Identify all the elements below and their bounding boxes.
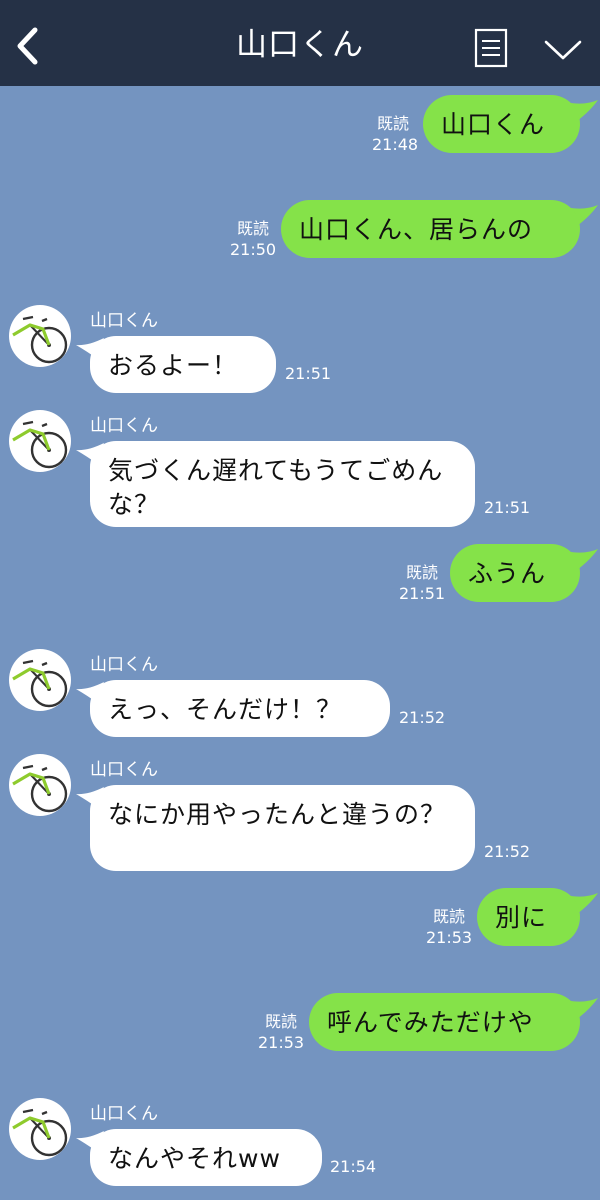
- message-time: 21:54: [330, 1157, 377, 1176]
- message-bubble[interactable]: ふうん: [450, 544, 580, 602]
- message-time: 21:51: [285, 364, 332, 383]
- read-receipt: 既読 21:53: [258, 1011, 304, 1053]
- message-time: 21:48: [372, 135, 419, 154]
- message-time: 21:52: [484, 842, 531, 861]
- message-bubble[interactable]: 呼んでみただけや: [309, 993, 580, 1051]
- avatar[interactable]: [9, 1098, 71, 1160]
- message-bubble[interactable]: おるよー！: [90, 336, 276, 393]
- message-bubble[interactable]: 別に: [477, 888, 580, 946]
- message-bubble[interactable]: なにか用やったんと違うの？: [90, 785, 475, 871]
- sender-name: 山口くん: [90, 416, 158, 436]
- message-bubble[interactable]: えっ、そんだけ！？: [90, 680, 390, 737]
- chevron-left-icon: [17, 27, 38, 65]
- message-bubble[interactable]: 山口くん、居らんの: [281, 200, 580, 258]
- bicycle-icon: [12, 1108, 68, 1157]
- read-receipt: 既読 21:53: [426, 906, 472, 948]
- message-time: 21:51: [399, 584, 446, 603]
- bicycle-icon: [12, 420, 68, 469]
- message-bubble[interactable]: 山口くん: [423, 95, 580, 153]
- chat-header: 山口くん: [0, 0, 600, 86]
- bicycle-icon: [12, 315, 68, 364]
- read-label: 既読: [405, 563, 438, 582]
- avatar[interactable]: [9, 305, 71, 367]
- avatar[interactable]: [9, 754, 71, 816]
- sender-name: 山口くん: [90, 760, 158, 780]
- bicycle-icon: [12, 764, 68, 813]
- message-time: 21:51: [484, 498, 531, 517]
- menu-button[interactable]: [473, 28, 509, 68]
- collapse-button[interactable]: [542, 34, 584, 64]
- message-time: 21:52: [399, 708, 446, 727]
- avatar[interactable]: [9, 410, 71, 472]
- document-list-icon: [474, 28, 508, 68]
- read-label: 既読: [264, 1012, 297, 1031]
- read-receipt: 既読 21:48: [372, 113, 419, 155]
- chevron-down-icon: [544, 40, 582, 60]
- read-label: 既読: [376, 114, 409, 133]
- message-time: 21:50: [230, 240, 277, 259]
- avatar[interactable]: [9, 649, 71, 711]
- chat-title: 山口くん: [236, 27, 364, 63]
- message-time: 21:53: [258, 1033, 305, 1052]
- sender-name: 山口くん: [90, 311, 158, 331]
- sender-name: 山口くん: [90, 1104, 158, 1124]
- back-button[interactable]: [8, 22, 48, 70]
- read-label: 既読: [236, 219, 269, 238]
- bicycle-icon: [12, 659, 68, 708]
- read-label: 既読: [432, 907, 465, 926]
- message-time: 21:53: [426, 928, 473, 947]
- message-bubble[interactable]: 気づくん遅れてもうてごめんな？: [90, 441, 475, 527]
- message-bubble[interactable]: なんやそれww: [90, 1129, 322, 1186]
- sender-name: 山口くん: [90, 655, 158, 675]
- read-receipt: 既読 21:51: [399, 562, 445, 604]
- read-receipt: 既読 21:50: [230, 218, 276, 260]
